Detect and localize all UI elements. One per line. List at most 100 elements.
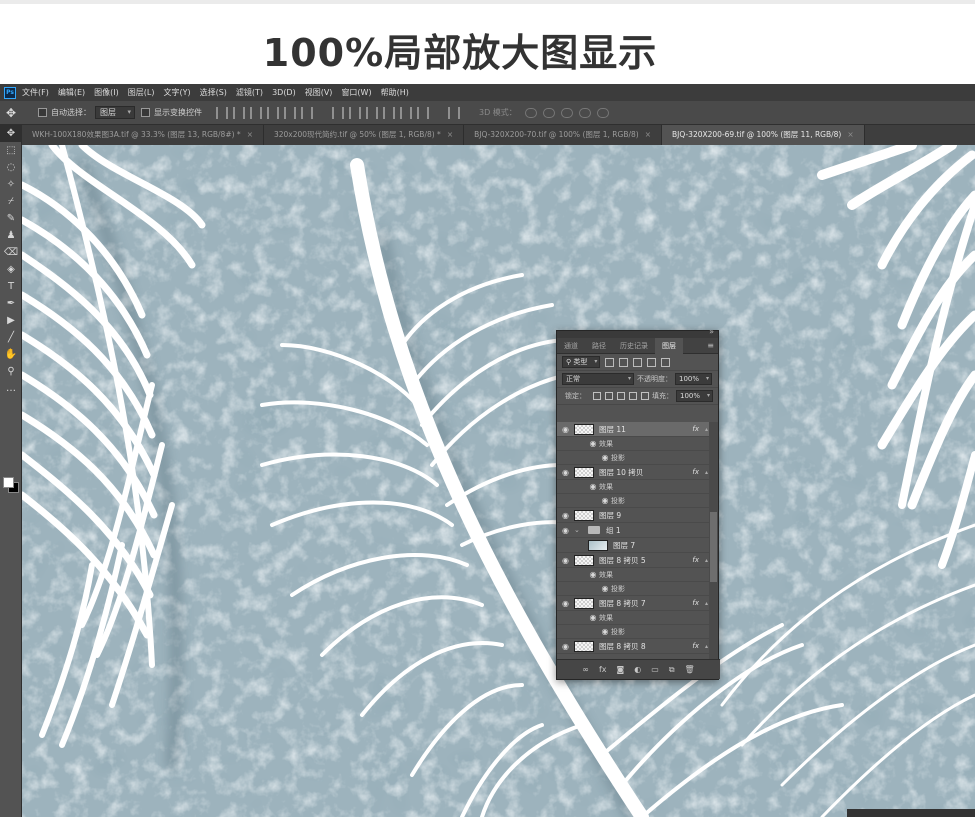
filter-shape-icon[interactable] bbox=[647, 357, 657, 367]
group-row[interactable]: ◉ ⌄ 组 1 bbox=[557, 523, 711, 538]
drop-shadow-row[interactable]: ◉ 投影 bbox=[557, 582, 711, 596]
close-icon[interactable]: × bbox=[847, 130, 853, 139]
tab-history[interactable]: 历史记录 bbox=[613, 338, 655, 354]
lock-pixels-icon[interactable] bbox=[605, 392, 613, 400]
layer-row[interactable]: ◉ 图层 8 拷贝 7 fx ▴ bbox=[557, 596, 711, 611]
layer-row[interactable]: ◉ 图层 9 bbox=[557, 508, 711, 523]
distribute-right-icon[interactable] bbox=[417, 106, 429, 119]
visibility-eye-icon[interactable]: ◉ bbox=[599, 627, 611, 636]
effects-row[interactable]: ◉ 效果 bbox=[557, 611, 711, 625]
menu-select[interactable]: 选择(S) bbox=[200, 87, 227, 98]
menu-3d[interactable]: 3D(D) bbox=[272, 88, 296, 97]
tab-channels[interactable]: 通道 bbox=[557, 338, 585, 354]
panel-menu-icon[interactable]: ≡ bbox=[707, 341, 714, 350]
layer-row[interactable]: ◉ 图层 11 fx ▴ bbox=[557, 422, 711, 437]
effects-row[interactable]: ◉ 效果 bbox=[557, 480, 711, 494]
visibility-eye-icon[interactable]: ◉ bbox=[599, 453, 611, 462]
doc-tab-3[interactable]: BJQ-320X200-70.tif @ 100% (图层 1, RGB/8) × bbox=[464, 125, 662, 145]
visibility-eye-icon[interactable]: ◉ bbox=[557, 511, 574, 520]
lock-artboard-icon[interactable] bbox=[629, 392, 637, 400]
auto-select-dropdown[interactable]: 图层 bbox=[95, 106, 135, 119]
doc-tab-2[interactable]: 320x200现代简约.tif @ 50% (图层 1, RGB/8) * × bbox=[264, 125, 465, 145]
new-layer-icon[interactable]: ⧉ bbox=[669, 665, 675, 675]
visibility-eye-icon[interactable]: ◉ bbox=[587, 613, 599, 622]
close-icon[interactable]: × bbox=[247, 130, 253, 139]
distribute-left-icon[interactable] bbox=[383, 106, 395, 119]
show-transform-checkbox[interactable] bbox=[141, 108, 150, 117]
menu-view[interactable]: 视图(V) bbox=[305, 87, 333, 98]
hand-icon[interactable]: ✋ bbox=[0, 346, 22, 363]
visibility-eye-icon[interactable]: ◉ bbox=[557, 425, 574, 434]
collapse-effects-icon[interactable]: ▴ bbox=[705, 600, 708, 607]
line-icon[interactable]: ╱ bbox=[0, 329, 22, 346]
roll-3d-icon[interactable] bbox=[542, 107, 555, 118]
menu-edit[interactable]: 编辑(E) bbox=[58, 87, 85, 98]
visibility-eye-icon[interactable]: ◉ bbox=[557, 642, 574, 651]
menu-layer[interactable]: 图层(L) bbox=[128, 87, 155, 98]
menu-type[interactable]: 文字(Y) bbox=[163, 87, 190, 98]
eraser-icon[interactable]: ⌫ bbox=[0, 244, 22, 261]
fx-icon[interactable]: fx bbox=[692, 642, 699, 650]
lasso-icon[interactable]: ◌ bbox=[0, 159, 22, 176]
scale-3d-icon[interactable] bbox=[596, 107, 609, 118]
adjustment-layer-icon[interactable]: ◐ bbox=[634, 665, 641, 674]
align-bottom-icon[interactable] bbox=[250, 106, 262, 119]
layers-scrollbar[interactable] bbox=[709, 422, 718, 659]
magic-wand-icon[interactable]: ✧ bbox=[0, 176, 22, 193]
new-group-icon[interactable]: ▭ bbox=[651, 665, 659, 674]
fill-input[interactable]: 100% bbox=[676, 390, 714, 402]
visibility-eye-icon[interactable]: ◉ bbox=[557, 468, 574, 477]
foreground-color-swatch[interactable] bbox=[3, 477, 14, 488]
layer-row[interactable]: ◉ 图层 8 拷贝 5 fx ▴ bbox=[557, 553, 711, 568]
filter-type-icon[interactable] bbox=[633, 357, 643, 367]
doc-tab-4-active[interactable]: BJQ-320X200-69.tif @ 100% (图层 11, RGB/8)… bbox=[662, 125, 865, 145]
menu-image[interactable]: 图像(I) bbox=[94, 87, 119, 98]
visibility-eye-icon[interactable]: ◉ bbox=[557, 556, 574, 565]
visibility-hidden-toggle[interactable] bbox=[571, 538, 588, 552]
move-tool-icon[interactable]: ✥ bbox=[6, 106, 32, 120]
text-icon[interactable]: T bbox=[0, 278, 22, 295]
fx-icon[interactable]: fx bbox=[692, 599, 699, 607]
distribute-bottom-icon[interactable] bbox=[366, 106, 378, 119]
visibility-eye-icon[interactable]: ◉ bbox=[587, 482, 599, 491]
filter-pixel-icon[interactable] bbox=[605, 357, 615, 367]
collapse-effects-icon[interactable]: ▴ bbox=[705, 426, 708, 433]
link-layers-icon[interactable]: ∞ bbox=[582, 665, 589, 674]
visibility-eye-icon[interactable]: ◉ bbox=[587, 439, 599, 448]
lock-position-icon[interactable] bbox=[617, 392, 625, 400]
auto-select-checkbox[interactable] bbox=[38, 108, 47, 117]
brush-icon[interactable]: ✎ bbox=[0, 210, 22, 227]
menu-window[interactable]: 窗口(W) bbox=[341, 87, 371, 98]
align-left-icon[interactable] bbox=[267, 106, 279, 119]
menu-filter[interactable]: 滤镜(T) bbox=[236, 87, 263, 98]
blend-mode-dropdown[interactable]: 正常 bbox=[562, 373, 634, 385]
fx-icon[interactable]: fx bbox=[692, 468, 699, 476]
drag-3d-icon[interactable] bbox=[560, 107, 573, 118]
layer-row[interactable]: ◉ 图层 10 拷贝 fx ▴ bbox=[557, 465, 711, 480]
tab-paths[interactable]: 路径 bbox=[585, 338, 613, 354]
filter-kind-dropdown[interactable]: ⚲ 类型 bbox=[562, 356, 601, 368]
stamp-icon[interactable]: ♟ bbox=[0, 227, 22, 244]
effects-row[interactable]: ◉ 效果 bbox=[557, 437, 711, 451]
visibility-eye-icon[interactable]: ◉ bbox=[557, 599, 574, 608]
drop-shadow-row[interactable]: ◉ 投影 bbox=[557, 451, 711, 465]
distribute-hcenter-icon[interactable] bbox=[400, 106, 412, 119]
path-select-icon[interactable]: ▶ bbox=[0, 312, 22, 329]
menu-help[interactable]: 帮助(H) bbox=[381, 87, 409, 98]
zoom-icon[interactable]: ⚲ bbox=[0, 363, 22, 380]
layers-scroll-thumb[interactable] bbox=[710, 512, 717, 582]
filter-smart-object-icon[interactable] bbox=[661, 357, 671, 367]
close-icon[interactable]: × bbox=[447, 130, 453, 139]
drop-shadow-row[interactable]: ◉ 投影 bbox=[557, 494, 711, 508]
auto-align-icon[interactable] bbox=[448, 106, 460, 119]
layer-row[interactable]: ◉ 图层 8 拷贝 8 fx ▴ bbox=[557, 639, 711, 654]
pen-icon[interactable]: ✒ bbox=[0, 295, 22, 312]
tab-layers[interactable]: 图层 bbox=[655, 337, 683, 354]
opacity-input[interactable]: 100% bbox=[675, 373, 713, 385]
more-icon[interactable]: … bbox=[0, 380, 22, 397]
filter-adjustment-icon[interactable] bbox=[619, 357, 629, 367]
slide-3d-icon[interactable] bbox=[578, 107, 591, 118]
fx-icon[interactable]: fx bbox=[692, 425, 699, 433]
delete-layer-icon[interactable]: 🗑 bbox=[685, 665, 695, 674]
chevron-down-icon[interactable]: ⌄ bbox=[574, 526, 584, 534]
